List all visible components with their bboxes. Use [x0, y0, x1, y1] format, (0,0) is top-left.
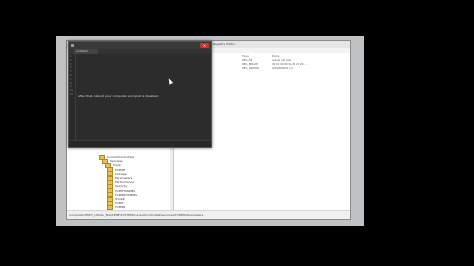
regedit-statusbar: Computer\HKEY_LOCAL_MACHINE\SYSTEM\Curre… [67, 210, 350, 219]
column-data[interactable]: Data [272, 54, 279, 58]
line-number: 5 [70, 70, 72, 74]
close-button[interactable]: × [200, 43, 209, 48]
editor-tabbar: untitled [69, 49, 211, 54]
line-number: 9 [70, 85, 72, 89]
app-icon [71, 44, 74, 47]
desktop-screen: Registry Editor CurrentControlSet Service… [56, 36, 364, 226]
registry-key-path: Computer\HKEY_LOCAL_MACHINE\SYSTEM\Curre… [69, 213, 204, 217]
line-number: 4 [70, 66, 72, 70]
value-data[interactable]: 0x00000001 (1) [272, 67, 293, 71]
regedit-title: Registry Editor [213, 42, 236, 46]
value-type[interactable]: REG_DWORD [242, 67, 259, 71]
line-number: 1 [70, 55, 72, 58]
column-type[interactable]: Type [242, 54, 249, 58]
editor-text-line[interactable]: After that, reboot your computer and ipv… [78, 94, 159, 98]
editor-titlebar[interactable]: × [69, 42, 211, 49]
line-number-gutter: 1 2 3 4 5 6 7 8 9 10 11 [69, 54, 76, 141]
line-number: 2 [70, 58, 72, 62]
line-number: 3 [70, 62, 72, 66]
line-number: 11 [70, 93, 74, 96]
line-number: 7 [70, 77, 72, 81]
text-editor-window: × untitled 1 2 3 4 5 6 7 8 9 10 11 After that, reb… [68, 41, 212, 148]
line-number: 10 [70, 89, 74, 93]
editor-statusbar [69, 140, 211, 147]
line-number: 6 [70, 74, 72, 77]
tab-untitled[interactable]: untitled [74, 49, 98, 54]
line-number: 8 [70, 81, 72, 85]
